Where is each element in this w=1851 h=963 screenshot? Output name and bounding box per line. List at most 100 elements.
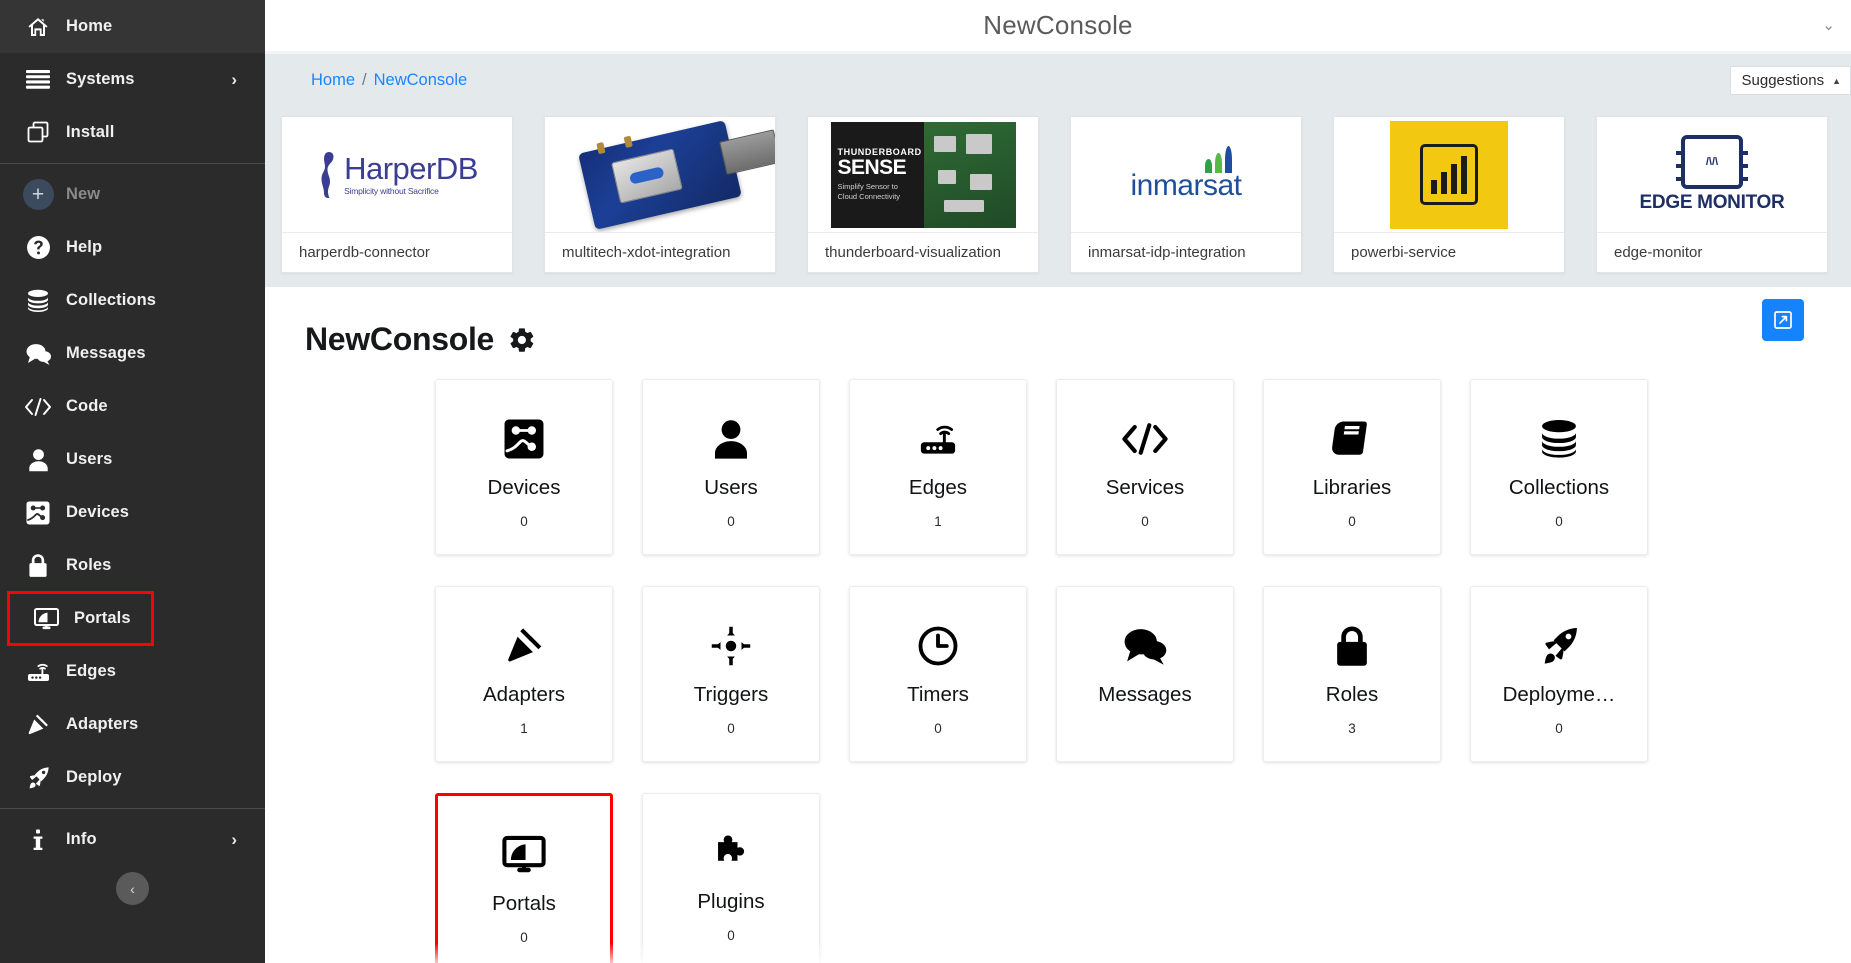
suggestion-card[interactable]: inmarsat inmarsat-idp-integration [1070,116,1302,273]
suggestion-card[interactable]: HarperDB Simplicity without Sacrifice ha… [281,116,513,273]
sidebar-item-portals[interactable]: Portals [8,592,153,645]
tile-libraries[interactable]: Libraries 0 [1263,379,1441,555]
sidebar-divider-1 [0,163,265,164]
top-header: NewConsole ⌄ [265,0,1851,51]
sidebar-item-roles[interactable]: Roles [0,539,265,592]
suggestion-card-image: inmarsat [1071,117,1301,232]
sidebar-item-label: Deploy [66,768,122,787]
collections-icon [1537,416,1581,462]
suggestion-card-label: multitech-xdot-integration [545,232,775,272]
tile-triggers[interactable]: Triggers 0 [642,586,820,762]
tile-users[interactable]: Users 0 [642,379,820,555]
suggestion-card-image: HarperDB Simplicity without Sacrifice [282,117,512,232]
tile-edges[interactable]: Edges 1 [849,379,1027,555]
suggestions-toggle-label: Suggestions [1742,72,1825,89]
edges-icon [10,660,66,684]
suggestion-card[interactable]: /\/\ EDGE MONITOR edge-monitor [1596,116,1828,273]
tile-label: Portals [492,892,556,916]
tile-label: Libraries [1313,476,1392,500]
tile-label: Timers [907,683,969,707]
rocket-icon [10,765,66,791]
tile-timers[interactable]: Timers 0 [849,586,1027,762]
tile-count: 0 [934,721,942,736]
suggestion-card-label: harperdb-connector [282,232,512,272]
tile-roles[interactable]: Roles 3 [1263,586,1441,762]
console-header: NewConsole [265,287,1851,358]
chevron-right-icon: › [231,70,237,90]
tile-devices[interactable]: Devices 0 [435,379,613,555]
tile-count: 3 [1348,721,1356,736]
suggestion-card-label: thunderboard-visualization [808,232,1038,272]
sidebar-item-systems[interactable]: Systems › [0,53,265,106]
gear-icon[interactable] [508,326,536,354]
sidebar-item-users[interactable]: Users [0,433,265,486]
collections-icon [10,289,66,313]
suggestion-card-image: /\/\ EDGE MONITOR [1597,117,1827,232]
sidebar-item-home[interactable]: Home [0,0,265,53]
powerbi-logo-icon [1390,121,1508,229]
breadcrumb-current-link[interactable]: NewConsole [374,71,468,89]
sidebar-divider-2 [0,808,265,809]
suggestion-card[interactable]: multitech-xdot-integration [544,116,776,273]
messages-icon [10,342,66,366]
tile-plugins[interactable]: Plugins 0 [642,793,820,963]
sidebar-group-main: + New Help Collections Mess [0,168,265,804]
sidebar-item-devices[interactable]: Devices [0,486,265,539]
tile-services[interactable]: Services 0 [1056,379,1234,555]
sidebar-item-help[interactable]: Help [0,221,265,274]
tile-count: 0 [1348,514,1356,529]
lock-icon [1333,623,1371,669]
tile-label: Plugins [697,890,764,914]
sidebar-item-new[interactable]: + New [0,168,265,221]
suggestion-card[interactable]: powerbi-service [1333,116,1565,273]
sidebar-item-label: Users [66,450,112,469]
sidebar-item-label: Code [66,397,108,416]
tile-deployments[interactable]: Deployme… 0 [1470,586,1648,762]
entity-tile-grid: Devices 0 Users 0 Edges 1 [265,358,1851,963]
devices-icon [10,500,66,526]
suggestion-card-label: edge-monitor [1597,232,1827,272]
sidebar-collapse-button[interactable]: ‹ [116,872,149,905]
sidebar-item-messages[interactable]: Messages [0,327,265,380]
sidebar-item-install[interactable]: Install [0,106,265,159]
sidebar-item-label: Install [66,123,114,142]
sidebar-item-label: New [66,185,100,204]
puzzle-icon [709,830,753,876]
suggestion-card[interactable]: THUNDERBOARD SENSE Simplify Sensor toClo… [807,116,1039,273]
book-icon [1331,416,1373,462]
tile-collections[interactable]: Collections 0 [1470,379,1648,555]
sidebar-item-collections[interactable]: Collections [0,274,265,327]
inmarsat-logo-icon: inmarsat [1130,146,1241,203]
sidebar-group-footer: Info › ‹ [0,813,265,905]
sidebar-item-deploy[interactable]: Deploy [0,751,265,804]
tile-label: Messages [1098,683,1191,707]
tile-label: Edges [909,476,967,500]
breadcrumb: Home/NewConsole [311,71,467,90]
tile-count: 0 [727,721,735,736]
systems-icon [10,69,66,91]
sidebar-item-info[interactable]: Info › [0,813,265,866]
sidebar-item-code[interactable]: Code [0,380,265,433]
sidebar-item-edges[interactable]: Edges [0,645,265,698]
edit-portal-button[interactable] [1762,299,1804,341]
suggestions-toggle-button[interactable]: Suggestions ▲ [1730,66,1851,95]
suggestions-card-strip: HarperDB Simplicity without Sacrifice ha… [265,106,1851,287]
portals-icon [501,832,547,878]
sidebar-item-label: Devices [66,503,129,522]
thunderboard-image: THUNDERBOARD SENSE Simplify Sensor toClo… [831,122,1016,228]
adapters-icon [10,712,66,738]
tile-count: 0 [1141,514,1149,529]
clock-icon [917,623,959,669]
sidebar-item-adapters[interactable]: Adapters [0,698,265,751]
tile-adapters[interactable]: Adapters 1 [435,586,613,762]
page-title: NewConsole [983,10,1132,41]
breadcrumb-home-link[interactable]: Home [311,71,355,89]
tile-portals[interactable]: Portals 0 [435,793,613,963]
suggestion-card-image [545,117,775,232]
tile-messages[interactable]: Messages [1056,586,1234,762]
tile-label: Devices [488,476,561,500]
sidebar-item-label: Help [66,238,102,257]
edge-monitor-logo-icon: /\/\ EDGE MONITOR [1640,135,1785,214]
edges-icon [916,416,960,462]
chevron-down-icon[interactable]: ⌄ [1822,16,1835,34]
